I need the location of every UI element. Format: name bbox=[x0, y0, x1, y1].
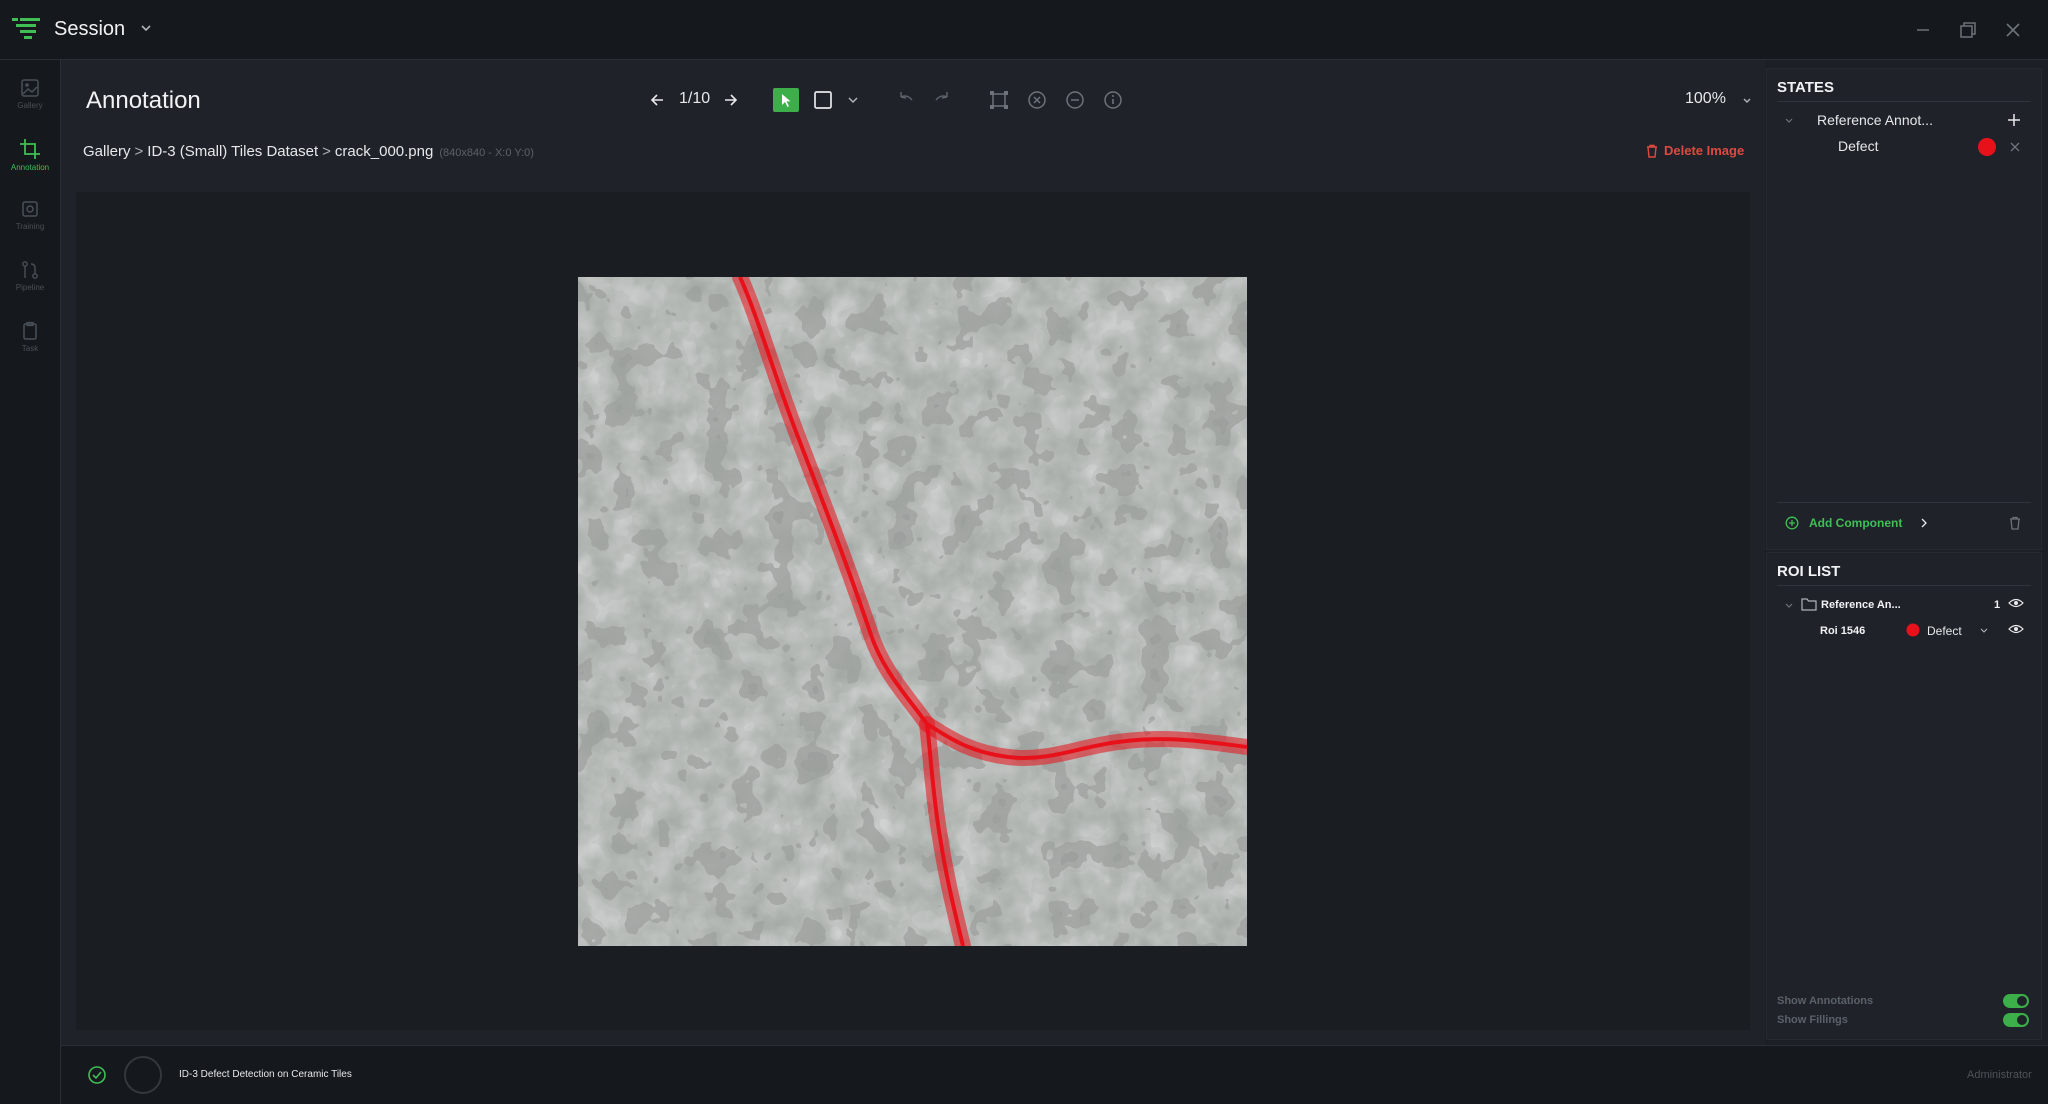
app-logo-icon bbox=[12, 18, 40, 39]
divider bbox=[1777, 585, 2031, 586]
roi-name[interactable]: Roi 1546 bbox=[1820, 625, 1865, 637]
redo-icon[interactable] bbox=[932, 89, 954, 111]
fit-selection-icon[interactable] bbox=[988, 89, 1010, 111]
check-circle-icon bbox=[88, 1066, 106, 1084]
trash-icon[interactable] bbox=[2007, 515, 2023, 531]
remove-circle-icon[interactable] bbox=[1064, 89, 1086, 111]
project-name: ID-3 Defect Detection on Ceramic Tiles bbox=[179, 1069, 352, 1080]
chevron-down-icon[interactable] bbox=[138, 20, 154, 36]
chevron-right-icon[interactable] bbox=[1918, 517, 1930, 529]
zoom-level[interactable]: 100% bbox=[1685, 90, 1726, 108]
progress-ring bbox=[124, 1056, 162, 1094]
add-circle-icon bbox=[1785, 516, 1799, 530]
sidebar-label: Gallery bbox=[17, 101, 43, 110]
close-icon[interactable] bbox=[2008, 140, 2022, 154]
roi-list-panel bbox=[1766, 552, 2042, 1040]
delete-image-button[interactable]: Delete Image bbox=[1645, 143, 1744, 158]
show-annotations-toggle[interactable] bbox=[2003, 994, 2029, 1008]
add-component-button[interactable]: Add Component bbox=[1785, 516, 1902, 530]
pipeline-icon bbox=[22, 261, 38, 279]
tile-image-render bbox=[578, 277, 1247, 946]
clear-circle-icon[interactable] bbox=[1026, 89, 1048, 111]
chip-icon bbox=[22, 201, 38, 217]
folder-icon bbox=[1801, 598, 1817, 611]
breadcrumb-dataset[interactable]: ID-3 (Small) Tiles Dataset bbox=[147, 143, 318, 160]
session-label[interactable]: Session bbox=[54, 18, 125, 41]
sidebar-label: Task bbox=[21, 344, 39, 353]
page-title: Annotation bbox=[86, 87, 201, 114]
show-fillings-toggle[interactable] bbox=[2003, 1013, 2029, 1027]
restore-icon[interactable] bbox=[1956, 18, 1980, 42]
breadcrumb-gallery[interactable]: Gallery bbox=[83, 143, 131, 160]
sidebar-label: Annotation bbox=[10, 163, 50, 172]
rectangle-tool-icon[interactable] bbox=[812, 89, 834, 111]
collapse-icon[interactable] bbox=[1783, 599, 1795, 611]
roi-class-label[interactable]: Defect bbox=[1927, 624, 1962, 638]
image-meta: (840x840 - X:0 Y:0) bbox=[439, 147, 534, 159]
image-counter: 1/10 bbox=[679, 90, 711, 107]
divider bbox=[1777, 101, 2031, 102]
collapse-icon[interactable] bbox=[1783, 114, 1795, 126]
arrow-left-icon[interactable] bbox=[647, 89, 669, 111]
state-component-label[interactable]: Defect bbox=[1838, 138, 1878, 154]
color-swatch[interactable] bbox=[1977, 137, 1997, 157]
arrow-right-icon[interactable] bbox=[719, 89, 741, 111]
divider bbox=[1777, 502, 2031, 503]
undo-icon[interactable] bbox=[894, 89, 916, 111]
breadcrumb-separator: > bbox=[322, 143, 331, 160]
sidebar-item-task[interactable]: Task bbox=[0, 317, 60, 373]
chevron-down-icon[interactable] bbox=[1736, 89, 1758, 111]
states-panel bbox=[1766, 68, 2042, 550]
sidebar-label: Training bbox=[15, 222, 45, 231]
state-group-label[interactable]: Reference Annot... bbox=[1817, 112, 1933, 128]
close-icon[interactable] bbox=[2001, 18, 2025, 42]
breadcrumb: Gallery > ID-3 (Small) Tiles Dataset > crack… bbox=[83, 143, 534, 160]
trash-icon bbox=[1647, 144, 1657, 158]
sidebar-item-pipeline[interactable]: Pipeline bbox=[0, 256, 60, 312]
roi-group-count: 1 bbox=[1994, 599, 2001, 611]
status-bar bbox=[61, 1045, 2048, 1104]
tile-image[interactable] bbox=[578, 277, 1247, 946]
image-icon bbox=[21, 79, 39, 97]
roi-group-label[interactable]: Reference An... bbox=[1821, 599, 1901, 611]
eye-icon[interactable] bbox=[2008, 623, 2024, 635]
roi-list-title: ROI LIST bbox=[1777, 563, 1841, 580]
title-bar: Session bbox=[0, 0, 2048, 60]
add-component-label: Add Component bbox=[1809, 516, 1903, 530]
sidebar-item-gallery[interactable]: Gallery bbox=[0, 74, 60, 130]
sidebar-item-training[interactable]: Training bbox=[0, 195, 60, 251]
delete-image-label: Delete Image bbox=[1664, 143, 1745, 158]
breadcrumb-separator: > bbox=[134, 143, 144, 160]
add-icon[interactable] bbox=[2006, 112, 2022, 128]
select-tool-button[interactable] bbox=[773, 88, 799, 112]
crop-icon bbox=[20, 139, 40, 159]
minimize-icon[interactable] bbox=[1911, 18, 1935, 42]
eye-icon[interactable] bbox=[2008, 597, 2024, 609]
show-annotations-label: Show Annotations bbox=[1777, 995, 1874, 1007]
roi-color-dot bbox=[1906, 623, 1920, 637]
show-fillings-label: Show Fillings bbox=[1777, 1014, 1848, 1026]
user-name[interactable]: Administrator bbox=[1967, 1069, 2032, 1081]
cursor-icon bbox=[782, 94, 791, 107]
states-title: STATES bbox=[1777, 79, 1834, 96]
sidebar-item-annotation[interactable]: Annotation bbox=[0, 134, 60, 190]
info-icon[interactable] bbox=[1102, 89, 1124, 111]
sidebar-label: Pipeline bbox=[15, 283, 45, 292]
chevron-down-icon[interactable] bbox=[1978, 624, 1990, 636]
chevron-down-icon[interactable] bbox=[842, 89, 864, 111]
breadcrumb-file: crack_000.png bbox=[334, 143, 434, 160]
sidebar: Gallery Annotation Training Pipeline Tas… bbox=[0, 60, 61, 1104]
clipboard-icon bbox=[23, 321, 37, 340]
